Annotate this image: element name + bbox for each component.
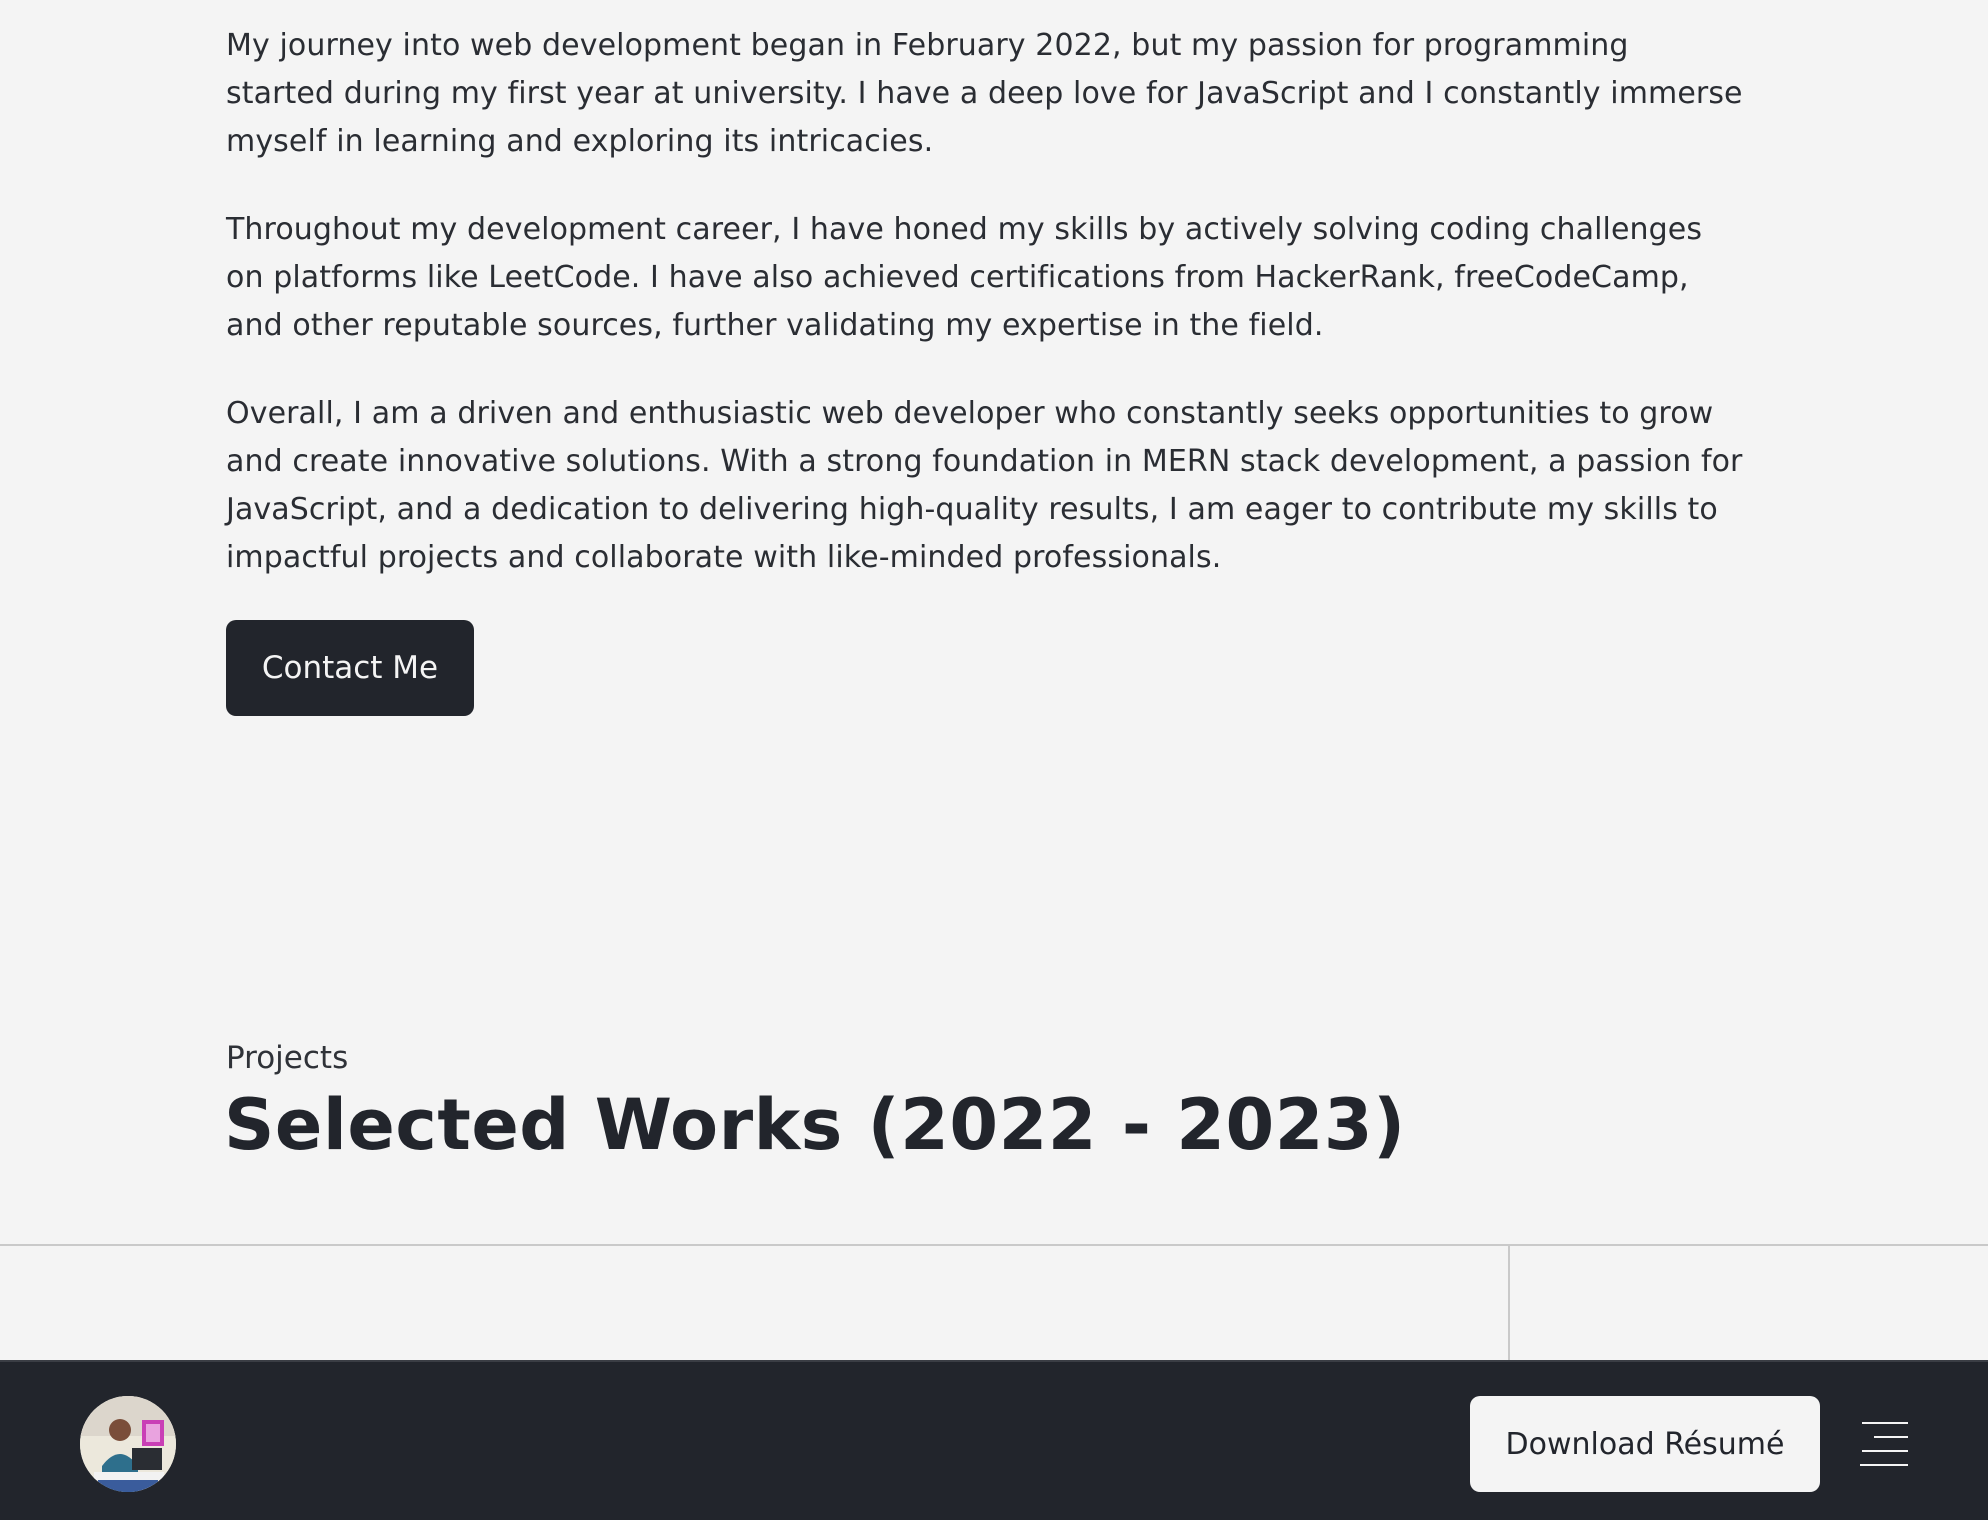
- about-paragraph-2: Throughout my development career, I have…: [226, 212, 1703, 343]
- projects-section-title: Selected Works (2022 - 2023): [224, 1084, 1406, 1166]
- download-resume-button[interactable]: Download Résumé: [1470, 1396, 1820, 1492]
- hamburger-menu-icon[interactable]: [1858, 1422, 1908, 1466]
- about-paragraph-1: My journey into web development began in…: [226, 28, 1743, 159]
- profile-photo-icon: [80, 1396, 176, 1492]
- bottom-nav-bar: Download Résumé: [0, 1360, 1988, 1520]
- about-paragraph-3: Overall, I am a driven and enthusiastic …: [226, 396, 1743, 575]
- projects-grid-divider-vertical: [1508, 1244, 1510, 1360]
- contact-me-button[interactable]: Contact Me: [226, 620, 474, 716]
- projects-kicker: Projects: [226, 1040, 349, 1076]
- about-section: My journey into web development began in…: [226, 22, 1746, 622]
- portfolio-page: My journey into web development began in…: [0, 0, 1988, 1520]
- avatar[interactable]: [80, 1396, 176, 1492]
- projects-grid-divider-horizontal: [0, 1244, 1988, 1246]
